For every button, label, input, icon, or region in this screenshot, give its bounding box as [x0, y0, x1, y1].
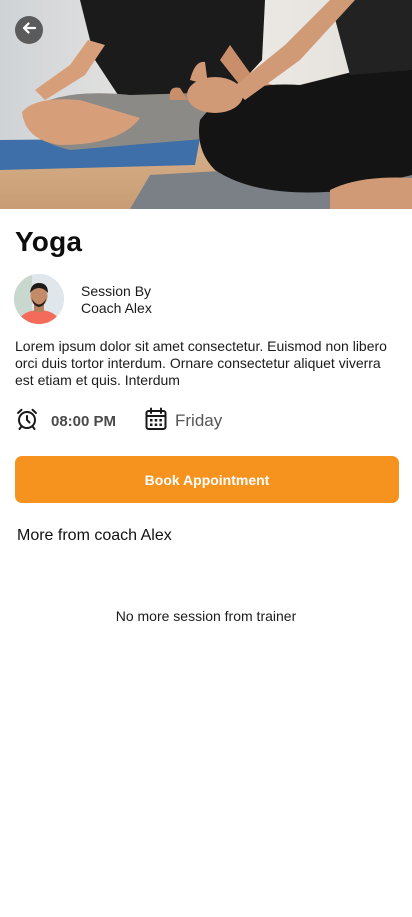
arrow-left-icon — [21, 20, 37, 41]
session-time: 08:00 PM — [15, 407, 116, 435]
session-day-text: Friday — [175, 411, 223, 430]
coach-avatar[interactable] — [14, 274, 64, 324]
session-title: Yoga — [15, 226, 83, 257]
session-day: Friday — [145, 407, 222, 435]
session-time-text: 08:00 PM — [51, 412, 117, 430]
session-by-label: Session By — [81, 283, 152, 299]
session-detail-screen: Yoga Session By Coach Alex Lorem ipsum d… — [0, 0, 412, 917]
book-appointment-button[interactable]: Book Appointment — [15, 456, 399, 503]
empty-state-text: No more session from trainer — [115, 608, 297, 624]
session-description: Lorem ipsum dolor sit amet consectetur. … — [15, 338, 387, 388]
calendar-icon — [145, 407, 167, 436]
alarm-clock-icon — [15, 407, 39, 436]
coach-text: Session By Coach Alex — [81, 283, 152, 317]
hero-image — [0, 0, 412, 209]
coach-name[interactable]: Coach Alex — [81, 300, 152, 317]
session-schedule: 08:00 PM Friday — [15, 407, 397, 435]
back-button[interactable] — [15, 16, 43, 44]
coach-info: Session By Coach Alex — [14, 274, 394, 326]
more-from-coach-heading: More from coach Alex — [17, 527, 172, 544]
